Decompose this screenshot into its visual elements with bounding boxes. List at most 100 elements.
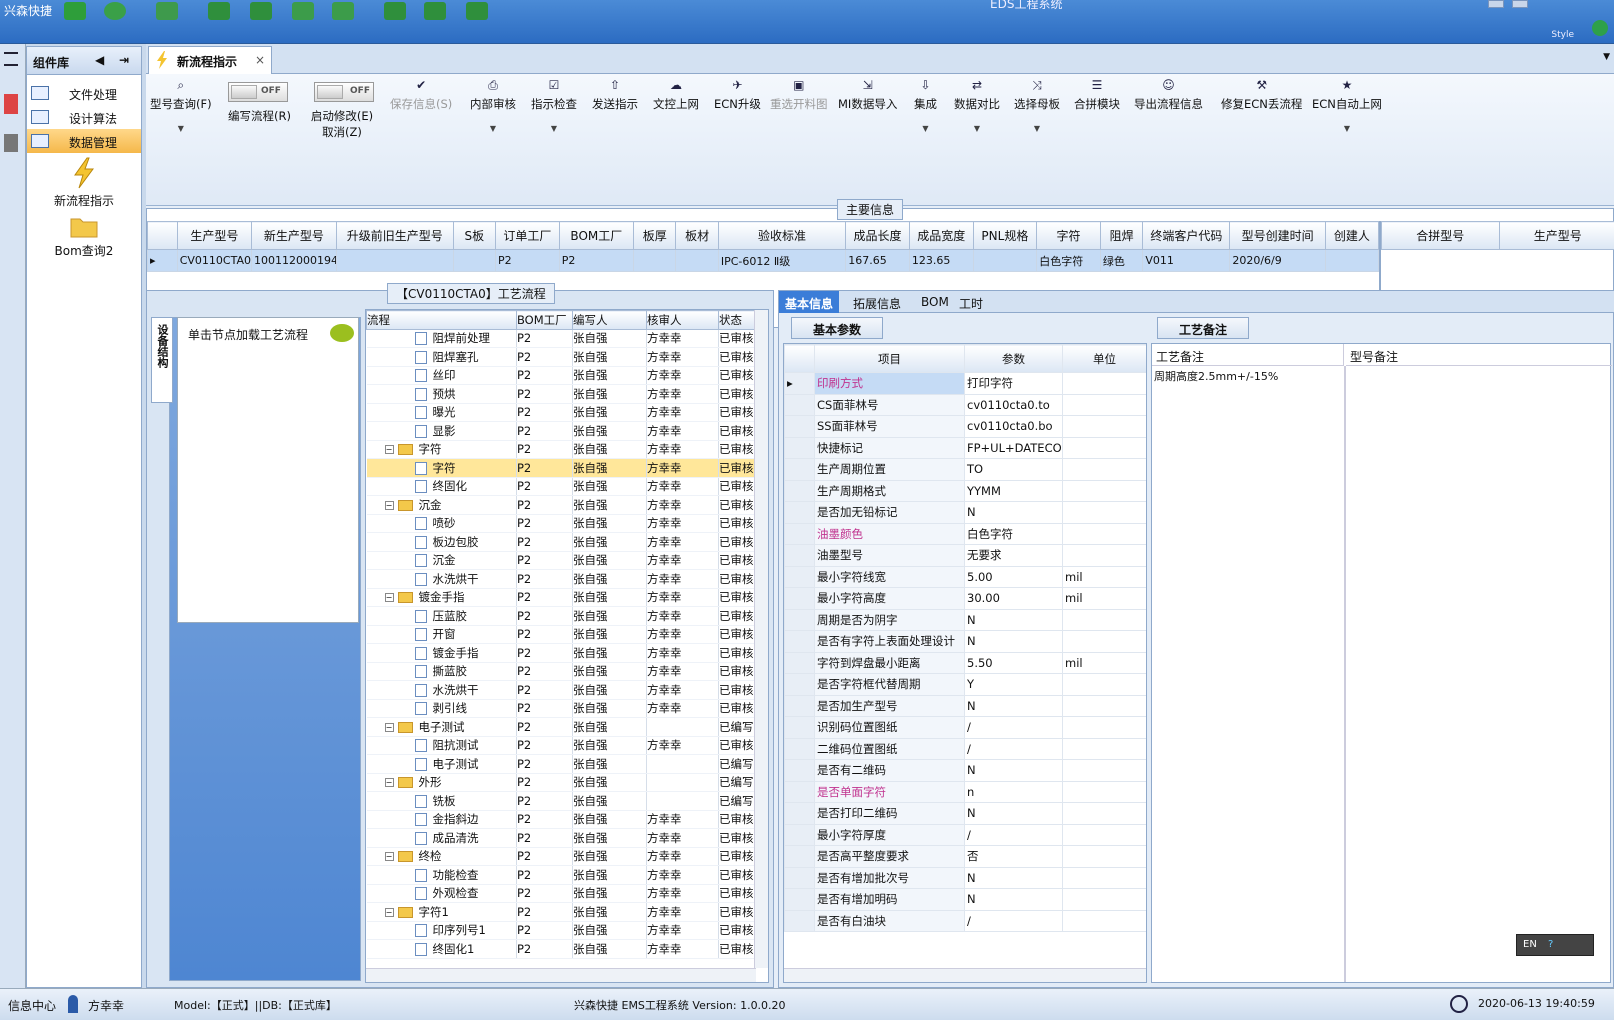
tree-row[interactable]: 印序列号1 P2 张自强 方幸幸 已审核 <box>366 921 757 940</box>
param-value[interactable]: N <box>964 866 1063 889</box>
table-cell[interactable]: P2 <box>495 249 560 272</box>
tree-row[interactable]: 水洗烘干 P2 张自强 方幸幸 已审核 <box>366 680 757 700</box>
param-value[interactable]: N <box>964 694 1063 717</box>
menu-icon[interactable] <box>4 52 18 66</box>
column-header[interactable]: 型号创建时间 <box>1229 221 1326 250</box>
param-row[interactable]: 是否有白油块 / <box>784 909 1146 932</box>
search-icon[interactable] <box>64 2 86 20</box>
nav-new-process[interactable]: 新流程指示 <box>27 157 141 209</box>
table-cell[interactable]: 2020/6/9 <box>1229 249 1326 272</box>
tree-row[interactable]: 水洗烘干 P2 张自强 方幸幸 已审核 <box>366 569 757 589</box>
dropdown-arrow-icon[interactable]: ▼ <box>1312 124 1382 133</box>
param-row[interactable]: 是否有二维码 N <box>784 759 1146 782</box>
param-row[interactable]: 油墨型号 无要求 <box>784 544 1146 567</box>
process-remark-text[interactable]: 周期高度2.5mm+/-15% <box>1154 368 1278 384</box>
table-cell[interactable]: CV0110CTA0 <box>176 249 252 272</box>
tree-row[interactable]: 板边包胶 P2 张自强 方幸幸 已审核 <box>366 532 757 552</box>
tree-row[interactable]: 预烘 P2 张自强 方幸幸 已审核 <box>366 384 757 404</box>
param-row[interactable]: 是否高平整度要求否 <box>784 845 1146 868</box>
param-row[interactable]: 是否有增加明码 N <box>784 888 1146 911</box>
column-header[interactable]: 生产型号 <box>1498 221 1614 250</box>
tree-row[interactable]: 镀金手指 P2 张自强 方幸幸 已审核 <box>366 643 757 663</box>
dropdown-arrow-icon[interactable]: ▼ <box>954 124 1000 133</box>
table-cell[interactable] <box>452 249 497 272</box>
style-menu[interactable]: Style <box>1551 30 1574 40</box>
info-center-link[interactable]: 信息中心 <box>8 997 56 1014</box>
collapse-icon[interactable]: − <box>384 907 394 917</box>
param-row[interactable]: 生产周期位置 TO <box>784 458 1146 481</box>
nav-item-file-processing[interactable]: 文件处理 <box>27 81 141 105</box>
window-icon[interactable] <box>466 2 488 20</box>
tree-row[interactable]: 压蓝胶 P2 张自强 方幸幸 已审核 <box>366 606 757 626</box>
ribbon-button[interactable]: ☁ 文控上网 <box>653 78 699 112</box>
param-value[interactable]: N <box>964 630 1063 653</box>
dropdown-arrow-icon[interactable]: ▼ <box>470 124 516 133</box>
tree-row[interactable]: 沉金 P2 张自强 方幸幸 已审核 <box>366 551 757 570</box>
param-value[interactable]: / <box>964 737 1063 760</box>
table-cell[interactable] <box>632 249 677 272</box>
table-cell[interactable]: V011 <box>1142 249 1231 272</box>
tree-row[interactable]: 喷砂 P2 张自强 方幸幸 已审核 <box>366 514 757 533</box>
param-row[interactable]: CS面菲林号 cv0110cta0.to <box>784 393 1146 416</box>
ribbon-button[interactable]: ▣ 重选开料图 <box>770 78 828 112</box>
table-cell[interactable]: P2 <box>558 249 634 272</box>
ribbon-button[interactable]: ✔ 保存信息(S) <box>390 78 452 112</box>
param-value[interactable]: cv0110cta0.bo <box>964 415 1063 438</box>
param-value[interactable]: / <box>964 716 1063 739</box>
tree-row[interactable]: 功能检查 P2 张自强 方幸幸 已审核 <box>366 865 757 885</box>
column-header[interactable]: 成品宽度 <box>908 221 974 250</box>
tree-row[interactable]: 阻焊前处理 P2 张自强 方幸幸 已审核 <box>366 329 757 348</box>
tree-vertical-scrollbar[interactable] <box>754 310 768 968</box>
param-value[interactable]: N <box>964 608 1063 631</box>
param-row[interactable]: 是否单面字符 n <box>784 780 1146 803</box>
remark-group[interactable]: 工艺备注 <box>1157 317 1249 339</box>
ribbon-button[interactable]: ⎙ 内部审核 ▼ <box>470 78 516 133</box>
param-value[interactable]: 5.00 <box>964 565 1063 588</box>
table-cell[interactable]: 167.65 <box>845 249 910 272</box>
tree-row[interactable]: 终固化 P2 张自强 方幸幸 已审核 <box>366 477 757 496</box>
tree-row[interactable]: 成品清洗 P2 张自强 方幸幸 已审核 <box>366 828 757 848</box>
column-header[interactable]: 单位 <box>1062 344 1146 373</box>
column-header[interactable]: 终端客户代码 <box>1142 221 1231 250</box>
copy-icon[interactable] <box>292 2 314 20</box>
dropdown-arrow-icon[interactable]: ▼ <box>531 124 577 133</box>
tree-row[interactable]: − 外形 P2 张自强 已编写 <box>366 773 757 792</box>
ribbon-button[interactable]: ☰ 合拼模块 <box>1074 78 1120 112</box>
grid-icon[interactable] <box>156 2 178 20</box>
param-row[interactable]: 最小字符线宽 5.00 mil <box>784 565 1146 588</box>
column-header[interactable]: 成品长度 <box>845 221 910 250</box>
param-row[interactable]: 字符到焊盘最小距离 5.50 mil <box>784 651 1146 674</box>
model-query-button[interactable]: ⌕ 型号查询(F) ▼ <box>150 78 212 133</box>
collapse-icon[interactable]: − <box>384 778 394 788</box>
tab-bom[interactable]: BOM <box>915 291 955 313</box>
basic-params-group[interactable]: 基本参数 <box>791 317 883 339</box>
param-value[interactable]: cv0110cta0.to <box>964 393 1063 416</box>
device-icon[interactable] <box>4 134 18 152</box>
column-header[interactable]: 生产型号 <box>176 221 252 250</box>
tree-row[interactable]: 开窗 P2 张自强 方幸幸 已审核 <box>366 625 757 644</box>
tree-row[interactable]: 丝印 P2 张自强 方幸幸 已审核 <box>366 366 757 385</box>
ribbon-button[interactable]: ⇄ 数据对比 ▼ <box>954 78 1000 133</box>
collapse-icon[interactable]: − <box>384 445 394 455</box>
minimize-button[interactable] <box>1488 0 1504 8</box>
param-row[interactable]: 是否有字符上表面处理设计 N <box>784 630 1146 653</box>
table-row[interactable]: ▸CV0110CTA010011200019477 P2P2 IPC-6012 Ⅱ级… <box>147 249 1379 272</box>
tree-row[interactable]: 铣板 P2 张自强 已编写 <box>366 791 757 811</box>
param-row[interactable]: 最小字符高度 30.00 mil <box>784 587 1146 610</box>
param-value[interactable]: N <box>964 501 1063 524</box>
tab-menu-arrow-icon[interactable]: ▼ <box>1603 52 1610 62</box>
param-value[interactable]: N <box>964 888 1063 911</box>
ribbon-button[interactable]: ⇲ MI数据导入 <box>838 78 897 112</box>
collapse-icon[interactable]: − <box>384 722 394 732</box>
phone-icon[interactable] <box>1592 20 1608 36</box>
column-header[interactable]: BOM工厂 <box>516 310 573 330</box>
write-process-toggle[interactable]: OFF <box>228 82 288 102</box>
tree-horizontal-scrollbar[interactable] <box>366 968 756 982</box>
ribbon-button[interactable]: ✈ ECN升级 <box>714 78 761 112</box>
tree-row[interactable]: 外观检查 P2 张自强 方幸幸 已审核 <box>366 884 757 903</box>
column-header[interactable]: 验收标准 <box>717 221 847 250</box>
pin-icon[interactable]: ⇥ <box>119 53 129 67</box>
tab-work-hours[interactable]: 工时 <box>953 291 989 313</box>
column-header[interactable]: 编写人 <box>572 310 647 330</box>
tree-row[interactable]: 金指斜边 P2 张自强 方幸幸 已审核 <box>366 810 757 829</box>
